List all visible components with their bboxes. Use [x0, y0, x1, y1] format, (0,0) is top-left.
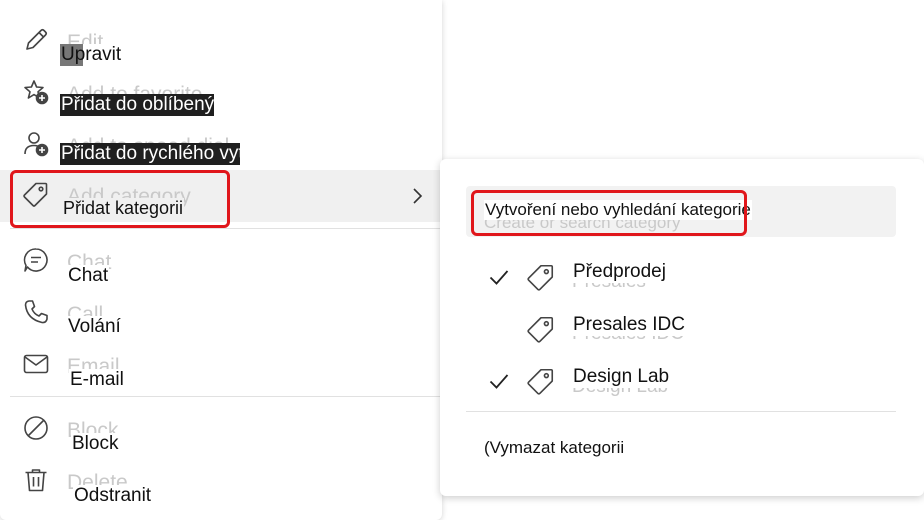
mail-icon [22, 350, 50, 378]
menu-divider [10, 228, 442, 229]
chat-icon [22, 246, 50, 274]
submenu-divider [466, 411, 896, 412]
menu-divider [10, 396, 442, 397]
menu-item-add-to-speed-dial-label: Přidat do rychlého vytáčení [60, 143, 240, 165]
menu-item-email-label: E-mail [69, 369, 125, 391]
category-item-presales-label: Předprodej [572, 261, 667, 283]
category-search-highlight-outline [471, 190, 747, 236]
tag-icon [526, 366, 556, 396]
menu-item-block-label: Block [71, 433, 120, 455]
tag-icon [526, 262, 556, 292]
add-category-highlight-outline [10, 170, 230, 228]
menu-item-call-label: Volání [67, 316, 122, 338]
clear-category-button[interactable]: (Vymazat kategorii [484, 438, 624, 458]
person-add-icon [22, 130, 50, 158]
chevron-right-icon [408, 183, 426, 209]
checkmark-icon [488, 370, 510, 392]
trash-icon [22, 466, 50, 494]
phone-icon [22, 298, 50, 326]
checkmark-icon [488, 266, 510, 288]
category-item-design-lab-label: Design Lab [572, 366, 671, 388]
star-add-icon [22, 78, 50, 106]
menu-item-delete-label: Odstranit [73, 485, 153, 507]
category-item-presales-idc-label: Presales IDC [572, 314, 686, 336]
block-icon [22, 414, 50, 442]
tag-icon [526, 314, 556, 344]
menu-item-chat-label: Chat [67, 265, 110, 287]
menu-item-add-to-favorite-label: Přidat do oblíbených [60, 94, 214, 116]
pencil-icon [22, 26, 50, 54]
menu-item-edit-label: Upravit [60, 44, 123, 66]
